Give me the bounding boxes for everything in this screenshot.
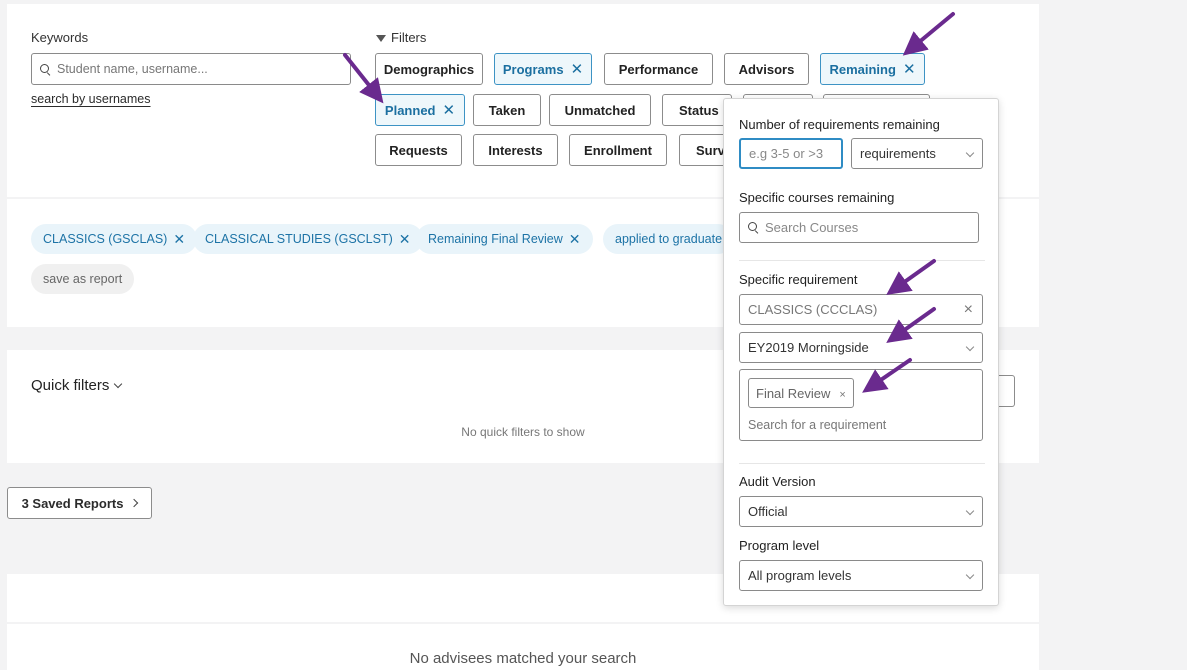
filter-enrollment-button[interactable]: Enrollment (569, 134, 667, 166)
filter-remaining-button[interactable]: Remaining ✕ (820, 53, 925, 85)
filter-taken-button[interactable]: Taken (473, 94, 541, 126)
filter-label: Advisors (738, 61, 795, 77)
filter-unmatched-button[interactable]: Unmatched (549, 94, 651, 126)
filter-label: Status (679, 102, 719, 118)
num-remaining-label: Number of requirements remaining (739, 117, 940, 132)
quick-filters-title: Quick filters (31, 377, 110, 394)
search-icon (748, 222, 759, 233)
filter-advisors-button[interactable]: Advisors (724, 53, 809, 85)
filter-performance-button[interactable]: Performance (604, 53, 713, 85)
clear-icon[interactable]: × (964, 301, 973, 319)
requirement-catalog-value: EY2019 Morningside (748, 340, 869, 355)
search-courses-input[interactable]: Search Courses (739, 212, 979, 243)
program-level-value: All program levels (748, 568, 852, 583)
close-icon[interactable]: ✕ (571, 62, 584, 77)
quick-filters-toggle[interactable]: Quick filters (31, 377, 123, 394)
chevron-down-icon (114, 379, 123, 388)
courses-remaining-label: Specific courses remaining (739, 190, 895, 205)
audit-version-value: Official (748, 504, 788, 519)
close-icon[interactable]: × (839, 389, 845, 401)
save-as-report-label: save as report (43, 272, 123, 286)
filter-programs-button[interactable]: Programs ✕ (494, 53, 592, 85)
search-icon (40, 63, 51, 75)
panel-divider (739, 260, 985, 261)
filter-label: Demographics (383, 61, 475, 77)
program-level-select[interactable]: All program levels (739, 560, 983, 591)
chip-label: CLASSICAL STUDIES (GSCLST) (205, 232, 393, 246)
audit-version-select[interactable]: Official (739, 496, 983, 527)
chevron-down-icon (965, 148, 975, 158)
search-courses-placeholder: Search Courses (765, 220, 859, 235)
program-level-label: Program level (739, 538, 820, 553)
requirement-multiselect[interactable]: Final Review × Search for a requirement (739, 369, 983, 441)
applied-chip-applied-to-graduate[interactable]: applied to graduate (603, 224, 733, 254)
num-remaining-input[interactable]: e.g 3-5 or >3 (739, 138, 843, 169)
filter-planned-button[interactable]: Planned ✕ (375, 94, 465, 126)
search-by-usernames-link[interactable]: search by usernames (31, 92, 151, 106)
funnel-icon (376, 35, 386, 42)
close-icon[interactable]: ✕ (399, 231, 411, 248)
filter-status-button[interactable]: Status (662, 94, 732, 126)
no-advisees-message: No advisees matched your search (409, 650, 637, 667)
filter-label: Programs (502, 61, 564, 77)
requirements-unit-select[interactable]: requirements (851, 138, 983, 169)
filter-label: Unmatched (564, 102, 636, 118)
requirement-program-select[interactable]: CLASSICS (CCCLAS) × (739, 294, 983, 325)
filters-label-text: Filters (391, 30, 427, 45)
save-as-report-button[interactable]: save as report (31, 264, 135, 294)
requirement-tag[interactable]: Final Review × (748, 378, 854, 408)
filter-label: Planned (384, 102, 436, 118)
keywords-placeholder: Student name, username... (57, 62, 208, 76)
chevron-down-icon (965, 342, 975, 352)
requirement-catalog-select[interactable]: EY2019 Morningside (739, 332, 983, 363)
num-remaining-placeholder: e.g 3-5 or >3 (749, 146, 824, 161)
close-icon[interactable]: ✕ (173, 231, 185, 248)
filters-label: Filters (376, 30, 426, 45)
chip-label: CLASSICS (GSCLAS) (43, 232, 168, 246)
filter-label: Interests (488, 142, 543, 158)
chevron-down-icon (965, 570, 975, 580)
filter-label: Requests (389, 142, 448, 158)
applied-chip-classics[interactable]: CLASSICS (GSCLAS) ✕ (31, 224, 198, 254)
filter-label: Enrollment (584, 142, 652, 158)
requirement-tag-label: Final Review (756, 385, 831, 401)
filter-demographics-button[interactable]: Demographics (375, 53, 483, 85)
remaining-filter-panel: Number of requirements remaining e.g 3-5… (723, 98, 999, 606)
close-icon[interactable]: ✕ (443, 103, 456, 118)
requirement-search-placeholder: Search for a requirement (748, 418, 887, 432)
chevron-right-icon (130, 498, 139, 508)
panel-divider (739, 463, 985, 464)
requirements-unit-value: requirements (860, 146, 936, 161)
chip-label: Remaining Final Review (428, 232, 563, 246)
chip-label: applied to graduate (615, 232, 723, 246)
filter-label: Taken (488, 102, 526, 118)
applied-chip-remaining-final-review[interactable]: Remaining Final Review ✕ (416, 224, 593, 254)
audit-version-label: Audit Version (739, 474, 816, 489)
saved-reports-label: 3 Saved Reports (21, 495, 124, 511)
chevron-down-icon (965, 506, 975, 516)
keywords-search-input[interactable]: Student name, username... (31, 53, 351, 85)
filter-requests-button[interactable]: Requests (375, 134, 462, 166)
saved-reports-button[interactable]: 3 Saved Reports (7, 487, 152, 519)
close-icon[interactable]: ✕ (569, 231, 581, 248)
filter-interests-button[interactable]: Interests (473, 134, 558, 166)
filter-label: Remaining (829, 61, 896, 77)
requirement-program-value: CLASSICS (CCCLAS) (748, 302, 878, 317)
filter-label: Performance (618, 61, 699, 77)
applied-chip-classical-studies[interactable]: CLASSICAL STUDIES (GSCLST) ✕ (193, 224, 423, 254)
keywords-label: Keywords (31, 30, 89, 45)
specific-requirement-label: Specific requirement (739, 272, 858, 287)
close-icon[interactable]: ✕ (903, 62, 916, 77)
